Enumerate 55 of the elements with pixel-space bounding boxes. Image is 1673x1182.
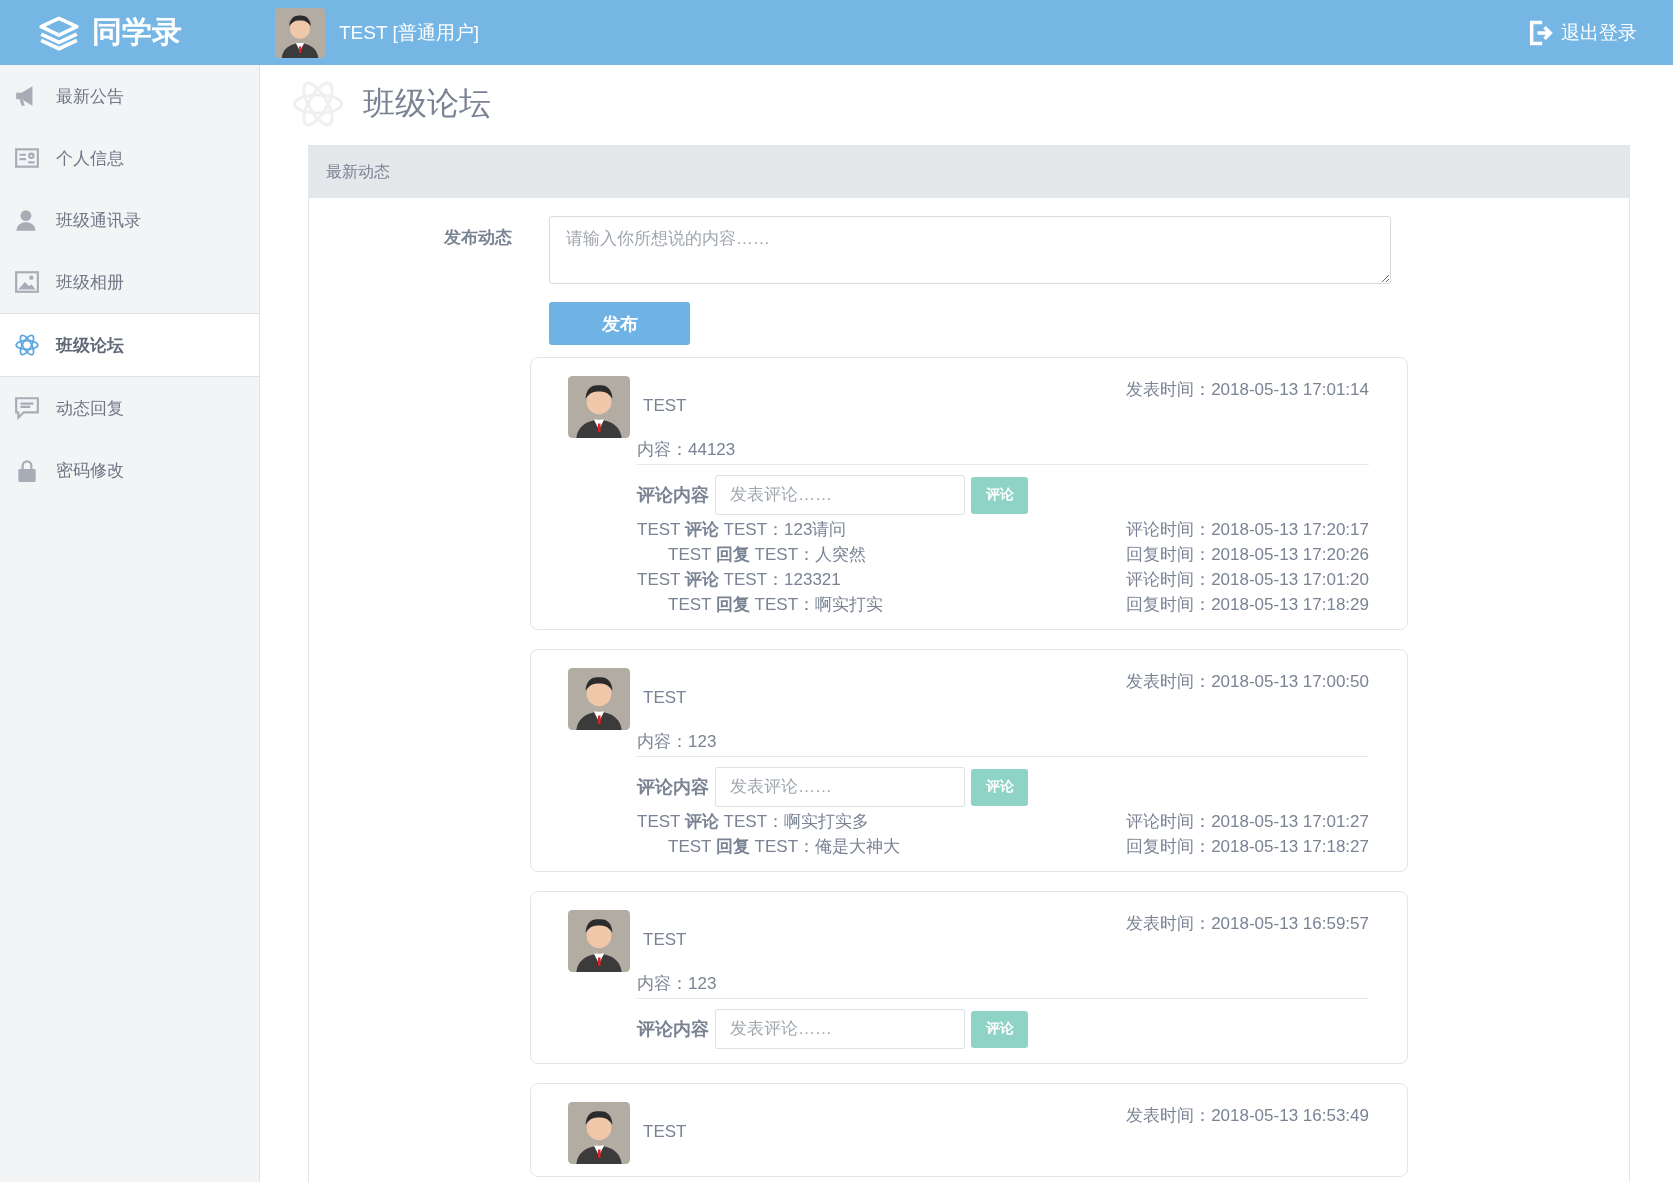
avatar-icon: [567, 668, 631, 730]
post-content: 内容：123: [637, 730, 1369, 757]
reply-text: TEST 回复 TEST：啊实打实: [667, 594, 884, 616]
comment-text: TEST 评论 TEST：123请问: [637, 519, 847, 541]
sidebar-item[interactable]: 个人信息: [0, 127, 259, 189]
sidebar-item[interactable]: 班级通讯录: [0, 189, 259, 251]
post-time: 发表时间：2018-05-13 17:01:14: [1126, 379, 1369, 401]
card-icon: [14, 145, 40, 171]
sidebar-item[interactable]: 最新公告: [0, 65, 259, 127]
comment-label: 评论内容: [637, 1018, 709, 1041]
post-time: 发表时间：2018-05-13 17:00:50: [1126, 671, 1369, 693]
sidebar-item[interactable]: 班级相册: [0, 251, 259, 313]
panel-heading: 最新动态: [309, 146, 1629, 198]
atom-icon: [14, 332, 40, 358]
logout-link[interactable]: 退出登录: [1527, 18, 1637, 47]
page-title: 班级论坛: [363, 83, 491, 123]
avatar-icon: [567, 1102, 631, 1164]
logout-icon: [1527, 18, 1555, 47]
logo-text: 同学录: [92, 14, 182, 50]
publish-label: 发布动态: [443, 227, 512, 249]
reply-text: TEST 回复 TEST：俺是大神大: [667, 836, 901, 858]
reply-time: 回复时间：2018-05-13 17:18:27: [1126, 836, 1369, 858]
reply-time: 回复时间：2018-05-13 17:20:26: [1126, 544, 1369, 566]
sidebar-item[interactable]: 动态回复: [0, 377, 259, 439]
comment-input-field[interactable]: 发表评论……: [715, 767, 965, 807]
avatar-icon: [275, 7, 325, 58]
post-input-field[interactable]: 请输入你所想说的内容……: [549, 216, 1391, 284]
comment-input-field[interactable]: 发表评论……: [715, 475, 965, 515]
picture-icon: [14, 269, 40, 295]
comment-time: 评论时间：2018-05-13 17:01:27: [1126, 811, 1369, 833]
sidebar-item[interactable]: 班级论坛: [0, 313, 259, 377]
user-name: TEST [普通用户]: [339, 20, 480, 45]
post-content: 内容：123: [637, 972, 1369, 999]
author-name: TEST: [643, 1122, 687, 1142]
avatar-icon: [567, 910, 631, 972]
avatar-icon: [567, 376, 631, 438]
author-name: TEST: [643, 396, 687, 416]
reply-time: 回复时间：2018-05-13 17:18:29: [1126, 594, 1369, 616]
comment-label: 评论内容: [637, 484, 709, 507]
reply-text: TEST 回复 TEST：人突然: [667, 544, 867, 566]
comment-time: 评论时间：2018-05-13 17:20:17: [1126, 519, 1369, 541]
sidebar-item[interactable]: 密码修改: [0, 439, 259, 501]
author-name: TEST: [643, 688, 687, 708]
comment-text: TEST 评论 TEST：啊实打实多: [637, 811, 870, 833]
post-content: 内容：44123: [637, 438, 1369, 465]
comment-label: 评论内容: [637, 776, 709, 799]
comment-time: 评论时间：2018-05-13 17:01:20: [1126, 569, 1369, 591]
post-time: 发表时间：2018-05-13 16:53:49: [1126, 1105, 1369, 1127]
author-name: TEST: [643, 930, 687, 950]
comment-text: TEST 评论 TEST：123321: [637, 569, 841, 591]
layers-icon: [38, 14, 80, 51]
chat-icon: [14, 395, 40, 421]
post-time: 发表时间：2018-05-13 16:59:57: [1126, 913, 1369, 935]
comment-input-field[interactable]: 发表评论……: [715, 1009, 965, 1049]
publish-button[interactable]: 发布: [549, 302, 690, 345]
